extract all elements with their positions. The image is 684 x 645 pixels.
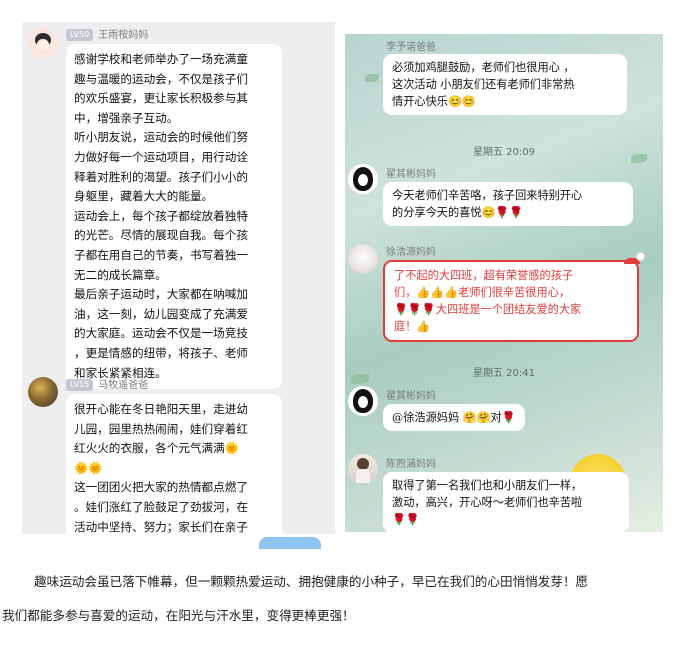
message-line: 无二的成长篇章。 (74, 267, 167, 282)
message-line: 情开心快乐😊😊 (392, 95, 476, 108)
message-line: 这一团团火把大家的热情都点燃了 (74, 480, 248, 495)
message-line: 🌹🌹 (392, 513, 420, 526)
message-line: 最后亲子运动时，大家都在呐喊加 (74, 287, 248, 302)
message-line: 感谢学校和老师举办了一场充满童 (74, 52, 248, 66)
avatar[interactable] (28, 377, 58, 407)
level-badge: LV50 (66, 29, 94, 41)
article-paragraph-line: 趣味运动会虽已落下帷幕，但一颗颗热爱运动、拥抱健康的小种子，早已在我们的心田悄悄… (34, 574, 589, 589)
message-line: 中，增强亲子互动。 (74, 110, 179, 125)
festive-chat-bubble[interactable]: 了不起的大四班，超有荣誉感的孩子 们，👍👍👍老师们很辛苦很用心， 🌹🌹🌹大四班是… (383, 252, 645, 342)
sender-name: 陈煦涵妈妈 (386, 459, 436, 470)
message-line: 趣与温暖的运动会，不仅是孩子们 (74, 71, 248, 86)
message-line: 。娃们涨红了脸鼓足了劲拔河，在 (74, 499, 248, 514)
message-line: ，更是情感的纽带，将孩子、老师 (74, 345, 248, 360)
chat-bubble[interactable]: 取得了第一名我们也和小朋友们一样， 激动，高兴，开心呀～老师们也辛苦啦 🌹🌹 (383, 472, 629, 532)
message-line: 们，👍👍👍老师们很辛苦很用心， (394, 286, 571, 299)
message-line: 身躯里，藏着大大的能量。 (74, 189, 214, 204)
message-line: 庭！👍 (394, 320, 431, 333)
avatar[interactable] (348, 244, 378, 274)
leaf-decoration (365, 74, 379, 82)
message-line: 红火火的衣服，各个元气满满🌞 (74, 441, 240, 456)
message-line: 🌞🌞 (74, 460, 103, 475)
chat-bubble[interactable]: @徐浩源妈妈 🤗🤗对🌹 (383, 404, 525, 431)
message-line: 的光芒。尽情的展现自我。每个孩 (74, 228, 248, 243)
message-line: 的分享今天的喜悦😊🌹🌹 (392, 206, 524, 219)
message-line: 运动会上，每个孩子都绽放着独特 (74, 208, 248, 223)
timestamp: 星期五 20:41 (473, 368, 535, 379)
message-line: 必须加鸡腿鼓励，老师们也很用心 ， (392, 61, 575, 74)
sender-name: 翟其彬妈妈 (386, 391, 436, 402)
sender-name: 李予诺爸爸 (386, 42, 436, 53)
message-line: 释着对胜利的渴望。孩子们小小的 (74, 169, 248, 184)
message-line: 取得了第一名我们也和小朋友们一样， (392, 479, 583, 492)
chat-bubble[interactable]: 必须加鸡腿鼓励，老师们也很用心 ， 这次活动 小朋友们还有老师们非常热 情开心快… (383, 54, 627, 115)
message-line: 听小朋友说，运动会的时候他们努 (74, 130, 248, 145)
message-line: 的大家庭。运动会不仅是一场竞技 (74, 326, 248, 341)
message-line: 的欢乐盛宴，更让家长积极参与其 (74, 91, 248, 106)
timestamp: 星期五 20:09 (473, 147, 535, 158)
message-line: 了不起的大四班，超有荣誉感的孩子 (394, 269, 574, 282)
message-line: @徐浩源妈妈 🤗🤗对🌹 (392, 411, 516, 424)
floating-action-button[interactable] (259, 537, 321, 549)
message-line: 油，这一刻，幼儿园变成了充满爱 (74, 306, 248, 321)
article-paragraph-line: 我们都能多参与喜爱的运动，在阳光与汗水里，变得更棒更强！ (2, 608, 355, 623)
chat-bubble[interactable]: 感谢学校和老师举办了一场充满童 趣与温暖的运动会，不仅是孩子们 的欢乐盛宴，更让… (66, 44, 282, 390)
right-chat-screenshot: 李予诺爸爸 必须加鸡腿鼓励，老师们也很用心 ， 这次活动 小朋友们还有老师们非常… (345, 34, 663, 532)
sender-name: 翟其彬妈妈 (386, 169, 436, 180)
left-chat-screenshot: LV50 王雨桉妈妈 感谢学校和老师举办了一场充满童 趣与温暖的运动会，不仅是孩子… (22, 22, 335, 534)
message-line: 今天老师们辛苦咯，孩子回来特别开心 (392, 189, 583, 202)
message-line: 力做好每一个运动项目，用行动诠 (74, 149, 248, 164)
message-line: 活动中坚持、努力；家长们在亲子 (74, 519, 248, 534)
sender-name: 徐浩源妈妈 (386, 247, 436, 258)
level-badge: LV15 (66, 379, 94, 391)
avatar[interactable] (348, 164, 378, 194)
avatar[interactable] (348, 454, 378, 484)
message-line: 激动，高兴，开心呀～老师们也辛苦啦 (392, 496, 583, 509)
chat-bubble[interactable]: 很开心能在冬日艳阳天里，走进幼 儿园，园里热热闹闹，娃们穿着红 红火火的衣服，各… (66, 394, 282, 534)
sender-name: LV15 马牧遥爸爸 (66, 376, 148, 391)
message-line: 很开心能在冬日艳阳天里，走进幼 (74, 402, 248, 416)
sender-name: LV50 王雨桉妈妈 (66, 26, 148, 41)
chat-bubble[interactable]: 今天老师们辛苦咯，孩子回来特别开心 的分享今天的喜悦😊🌹🌹 (383, 182, 633, 226)
avatar[interactable] (28, 28, 58, 58)
message-line: 这次活动 小朋友们还有老师们非常热 (392, 78, 575, 91)
message-line: 🌹🌹🌹大四班是一个团结友爱的大家 (394, 303, 582, 316)
avatar[interactable] (348, 386, 378, 416)
message-line: 儿园，园里热热闹闹，娃们穿着红 (74, 421, 248, 436)
santa-hat-icon (624, 252, 645, 266)
message-line: 子都在用自己的节奏，书写着独一 (74, 247, 248, 262)
